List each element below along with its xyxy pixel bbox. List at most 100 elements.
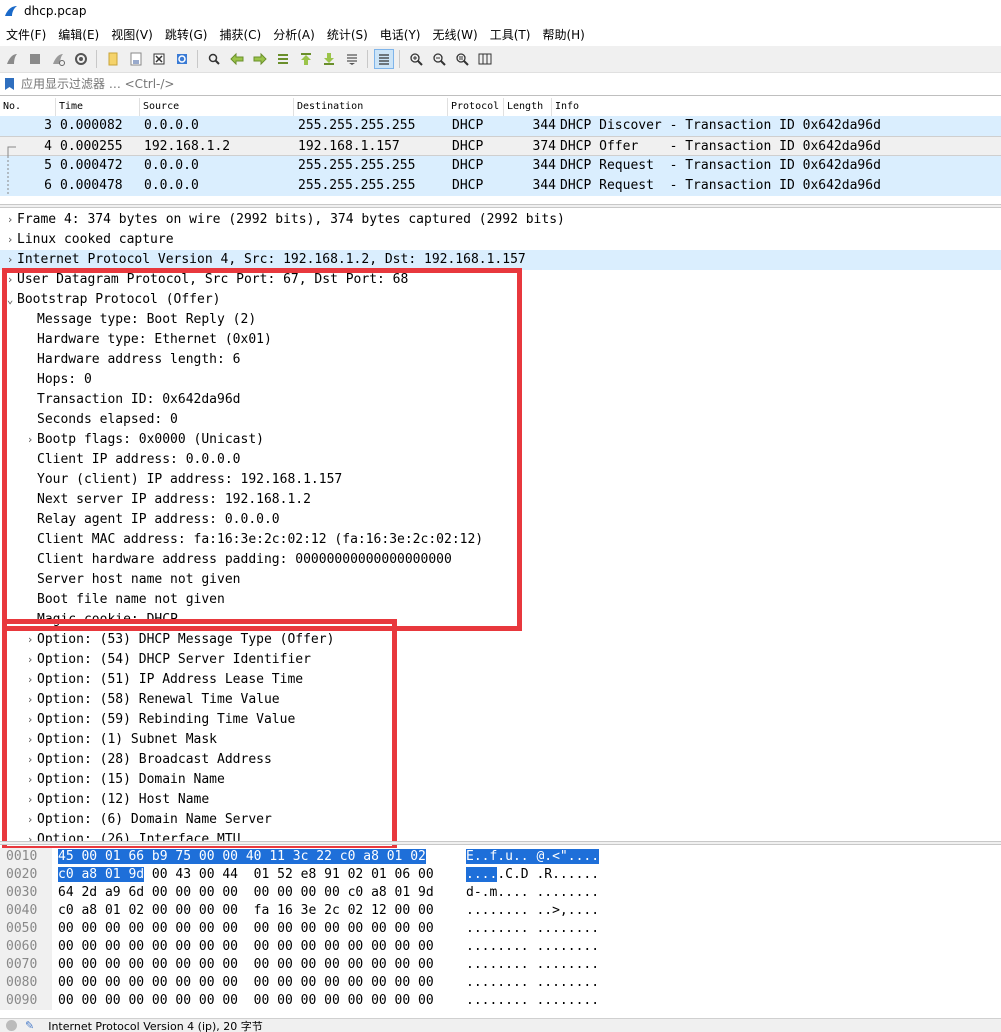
field-client-mac[interactable]: Client MAC address: fa:16:3e:2c:02:12 (f… [0, 530, 1001, 550]
reload-file-icon[interactable] [172, 49, 192, 69]
menu-go[interactable]: 跳转(G) [159, 26, 214, 43]
chevron-right-icon[interactable]: › [3, 270, 17, 290]
menu-edit[interactable]: 编辑(E) [52, 26, 105, 43]
bytes-row[interactable]: 0070 00 00 00 00 00 00 00 00 00 00 00 00… [0, 956, 1001, 974]
edit-comment-icon[interactable]: ✎ [25, 1019, 34, 1032]
tree-item-udp[interactable]: › User Datagram Protocol, Src Port: 67, D… [0, 270, 1001, 290]
field-transaction-id[interactable]: Transaction ID: 0x642da96d [0, 390, 1001, 410]
chevron-right-icon[interactable]: › [23, 670, 37, 690]
column-header-time[interactable]: Time [56, 98, 140, 116]
close-file-icon[interactable] [149, 49, 169, 69]
field-hardware-type[interactable]: Hardware type: Ethernet (0x01) [0, 330, 1001, 350]
chevron-right-icon[interactable]: › [23, 650, 37, 670]
column-header-info[interactable]: Info [552, 98, 852, 116]
tree-item-bootp[interactable]: ⌄ Bootstrap Protocol (Offer) [0, 290, 1001, 310]
menu-statistics[interactable]: 统计(S) [321, 26, 374, 43]
field-your-ip[interactable]: Your (client) IP address: 192.168.1.157 [0, 470, 1001, 490]
save-file-icon[interactable] [126, 49, 146, 69]
chevron-right-icon[interactable]: › [23, 810, 37, 830]
chevron-right-icon[interactable]: › [3, 250, 17, 270]
option-54[interactable]: › Option: (54) DHCP Server Identifier [0, 650, 1001, 670]
find-packet-icon[interactable] [204, 49, 224, 69]
chevron-right-icon[interactable]: › [23, 630, 37, 650]
column-header-source[interactable]: Source [140, 98, 294, 116]
option-59[interactable]: › Option: (59) Rebinding Time Value [0, 710, 1001, 730]
chevron-right-icon[interactable]: › [23, 790, 37, 810]
bytes-row[interactable]: 0020 c0 a8 01 9d 00 43 00 44 01 52 e8 91… [0, 866, 1001, 884]
menu-help[interactable]: 帮助(H) [536, 26, 590, 43]
open-file-icon[interactable] [103, 49, 123, 69]
display-filter-input[interactable] [19, 76, 923, 92]
field-magic-cookie[interactable]: Magic cookie: DHCP [0, 610, 1001, 630]
bookmark-icon[interactable] [5, 78, 14, 90]
zoom-out-icon[interactable] [429, 49, 449, 69]
packet-row[interactable]: 5 0.000472 0.0.0.0 255.255.255.255 DHCP … [0, 156, 1001, 176]
pane-splitter[interactable] [0, 204, 1001, 208]
chevron-right-icon[interactable]: › [23, 750, 37, 770]
start-capture-icon[interactable] [2, 49, 22, 69]
field-hops[interactable]: Hops: 0 [0, 370, 1001, 390]
chevron-right-icon[interactable]: › [23, 710, 37, 730]
tree-item-linux-cooked[interactable]: › Linux cooked capture [0, 230, 1001, 250]
tree-item-ipv4[interactable]: › Internet Protocol Version 4, Src: 192.1… [0, 250, 1001, 270]
bytes-row[interactable]: 0010 45 00 01 66 b9 75 00 00 40 11 3c 22… [0, 848, 1001, 866]
chevron-right-icon[interactable]: › [3, 210, 17, 230]
expert-info-icon[interactable] [6, 1020, 17, 1031]
menu-wireless[interactable]: 无线(W) [427, 26, 484, 43]
option-58[interactable]: › Option: (58) Renewal Time Value [0, 690, 1001, 710]
bytes-row[interactable]: 0040 c0 a8 01 02 00 00 00 00 fa 16 3e 2c… [0, 902, 1001, 920]
go-forward-icon[interactable] [250, 49, 270, 69]
zoom-in-icon[interactable] [406, 49, 426, 69]
pane-splitter[interactable] [0, 841, 1001, 845]
column-header-length[interactable]: Length [504, 98, 552, 116]
field-relay-agent-ip[interactable]: Relay agent IP address: 0.0.0.0 [0, 510, 1001, 530]
column-header-destination[interactable]: Destination [294, 98, 448, 116]
auto-scroll-icon[interactable] [342, 49, 362, 69]
stop-capture-icon[interactable] [25, 49, 45, 69]
tree-item-frame[interactable]: › Frame 4: 374 bytes on wire (2992 bits),… [0, 210, 1001, 230]
bytes-row[interactable]: 0090 00 00 00 00 00 00 00 00 00 00 00 00… [0, 992, 1001, 1010]
option-12[interactable]: › Option: (12) Host Name [0, 790, 1001, 810]
field-client-hw-padding[interactable]: Client hardware address padding: 0000000… [0, 550, 1001, 570]
option-53[interactable]: › Option: (53) DHCP Message Type (Offer) [0, 630, 1001, 650]
bytes-row[interactable]: 0030 64 2d a9 6d 00 00 00 00 00 00 00 00… [0, 884, 1001, 902]
packet-row[interactable]: 6 0.000478 0.0.0.0 255.255.255.255 DHCP … [0, 176, 1001, 196]
go-to-packet-icon[interactable] [273, 49, 293, 69]
menu-tools[interactable]: 工具(T) [484, 26, 537, 43]
chevron-right-icon[interactable]: › [3, 230, 17, 250]
chevron-right-icon[interactable]: › [23, 730, 37, 750]
menu-view[interactable]: 视图(V) [105, 26, 159, 43]
resize-columns-icon[interactable] [475, 49, 495, 69]
chevron-right-icon[interactable]: › [23, 430, 37, 450]
packet-row-selected[interactable]: 4 0.000255 192.168.1.2 192.168.1.157 DHC… [0, 136, 1001, 157]
column-header-protocol[interactable]: Protocol [448, 98, 504, 116]
field-hardware-address-length[interactable]: Hardware address length: 6 [0, 350, 1001, 370]
capture-options-icon[interactable] [71, 49, 91, 69]
chevron-right-icon[interactable]: › [23, 770, 37, 790]
go-last-packet-icon[interactable] [319, 49, 339, 69]
option-1[interactable]: › Option: (1) Subnet Mask [0, 730, 1001, 750]
menu-analyze[interactable]: 分析(A) [267, 26, 321, 43]
field-server-host-name[interactable]: Server host name not given [0, 570, 1001, 590]
menu-telephony[interactable]: 电话(Y) [374, 26, 427, 43]
option-28[interactable]: › Option: (28) Broadcast Address [0, 750, 1001, 770]
field-seconds-elapsed[interactable]: Seconds elapsed: 0 [0, 410, 1001, 430]
chevron-right-icon[interactable]: › [23, 690, 37, 710]
field-message-type[interactable]: Message type: Boot Reply (2) [0, 310, 1001, 330]
restart-capture-icon[interactable] [48, 49, 68, 69]
option-6[interactable]: › Option: (6) Domain Name Server [0, 810, 1001, 830]
field-bootp-flags[interactable]: › Bootp flags: 0x0000 (Unicast) [0, 430, 1001, 450]
colorize-list-icon[interactable] [373, 49, 394, 69]
menu-capture[interactable]: 捕获(C) [213, 26, 267, 43]
field-next-server-ip[interactable]: Next server IP address: 192.168.1.2 [0, 490, 1001, 510]
chevron-down-icon[interactable]: ⌄ [3, 290, 17, 310]
field-boot-file-name[interactable]: Boot file name not given [0, 590, 1001, 610]
option-15[interactable]: › Option: (15) Domain Name [0, 770, 1001, 790]
bytes-row[interactable]: 0060 00 00 00 00 00 00 00 00 00 00 00 00… [0, 938, 1001, 956]
go-first-packet-icon[interactable] [296, 49, 316, 69]
normal-size-icon[interactable] [452, 49, 472, 69]
bytes-row[interactable]: 0080 00 00 00 00 00 00 00 00 00 00 00 00… [0, 974, 1001, 992]
option-51[interactable]: › Option: (51) IP Address Lease Time [0, 670, 1001, 690]
column-header-no[interactable]: No. [0, 98, 56, 116]
go-back-icon[interactable] [227, 49, 247, 69]
